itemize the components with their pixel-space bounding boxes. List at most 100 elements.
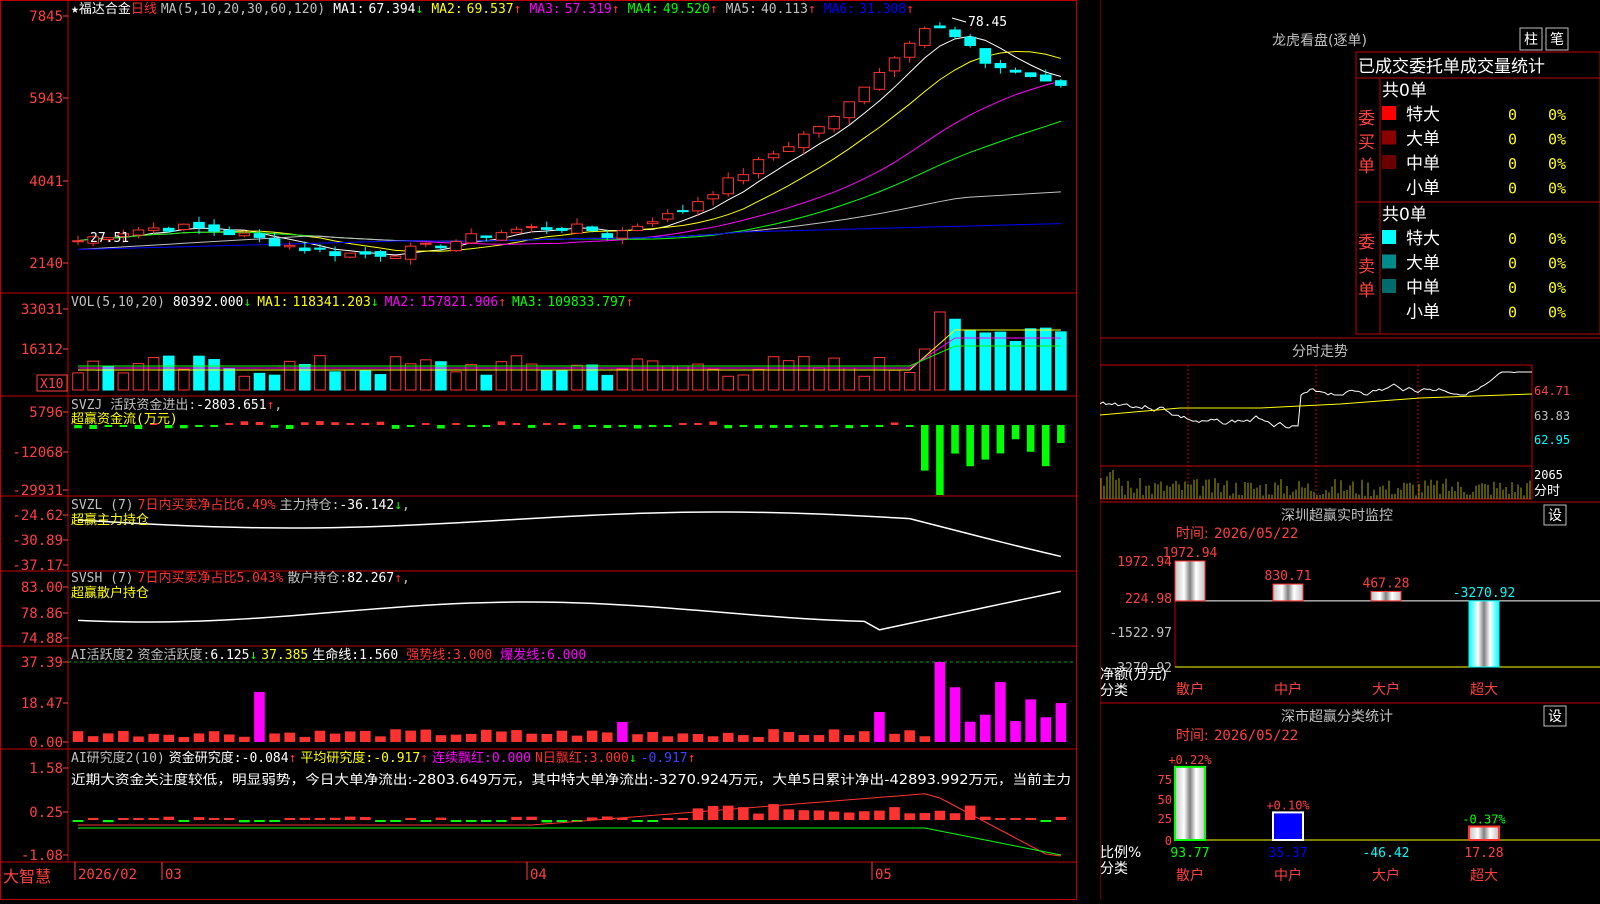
svzl-sep: , [402, 498, 410, 513]
activity-bar [798, 735, 810, 742]
research-bar [632, 820, 643, 822]
fenshi-title: 分时走势 [1292, 344, 1348, 360]
candle [480, 235, 493, 238]
ai2-a2: ↑ [420, 751, 428, 766]
activity-bar [843, 735, 855, 742]
activity-bar [148, 733, 159, 742]
monitor-value: 830.71 [1265, 569, 1312, 584]
candle [1009, 69, 1022, 73]
kline-panel[interactable]: 78.45 27.51 7845 5943 4041 2140 ★福达合金日线 MA(5,10… [0, 0, 1100, 900]
research-bar [254, 820, 265, 822]
candle [601, 233, 614, 238]
volume-bar [389, 356, 402, 391]
activity-bar [133, 736, 144, 742]
candle [722, 177, 735, 195]
monitor-title: 深圳超赢实时监控 [1281, 507, 1393, 524]
fundflow-bar [845, 425, 853, 429]
fundflow-bar [709, 421, 717, 425]
candle [450, 241, 462, 252]
svzl.yticks-label: -24.62 [12, 508, 63, 524]
research-bar [72, 820, 84, 822]
fundflow-bar [890, 422, 899, 425]
fundflow-bar [270, 425, 279, 428]
fundflow-bar [422, 423, 430, 425]
classify-bar [1272, 811, 1304, 841]
activity-bar [904, 730, 915, 742]
research-bar [450, 820, 462, 822]
size-pct: 0% [1548, 131, 1566, 149]
right-charts: 龙虎看盘(逐单) 柱笔已成交委托单成交量统计委买单共0单特大 0 0%大单 0 0%中单 0… [1099, 0, 1600, 900]
max-price-pointer [951, 17, 967, 23]
classify-category: 超大 [1470, 868, 1498, 884]
fundflow-bar [331, 422, 339, 425]
research-bar [405, 818, 416, 820]
ai2.yticks-label: -1.08 [21, 848, 63, 864]
candle [1039, 74, 1052, 82]
volume-bar [359, 370, 372, 391]
volume-bar [329, 371, 341, 391]
volume-bar [117, 372, 130, 391]
svzl-t2: 主力持仓: [280, 498, 340, 513]
activity-bar [72, 731, 84, 742]
kline-chart[interactable]: 78.45 27.51 7845 5943 4041 2140 ★福达合金日线 MA(5,10… [0, 0, 1100, 900]
candle [465, 233, 477, 244]
classify-ytick: 75 [1158, 773, 1172, 787]
candle [540, 227, 553, 230]
classify-top-label: +0.10% [1266, 798, 1310, 812]
fundflow-bar [542, 423, 551, 425]
activity-bar [541, 733, 553, 742]
ma-line-3 [77, 80, 1061, 245]
activity-bar [511, 730, 522, 742]
activity-bar [465, 733, 477, 742]
side-total: 共0单 [1382, 81, 1427, 101]
candle [344, 252, 356, 258]
longhu-tab: 已成交委托单成交量统计 [1358, 57, 1545, 77]
fundflow-bar [1057, 425, 1065, 444]
ma-line-2 [77, 51, 1062, 252]
volume-bar [480, 374, 493, 391]
research-bar [843, 812, 855, 820]
candle [964, 36, 976, 46]
size-count: 0 [1508, 106, 1517, 124]
fenshi-price-2: 63.83 [1534, 409, 1570, 423]
fundflow-bar [497, 421, 506, 425]
ma-label: MA3: [529, 2, 560, 17]
volume-bar [268, 374, 281, 391]
activity-bar [813, 735, 825, 742]
size-count: 0 [1508, 255, 1517, 273]
svzj.yticks-label: -29931 [12, 483, 63, 499]
research-bar [87, 818, 99, 820]
activity-bar [1055, 703, 1067, 742]
svzl-arrow: ↓ [394, 498, 402, 513]
fundflow-bar [694, 423, 702, 425]
ai2-t2: 平均研究度: [300, 750, 373, 766]
candle [193, 221, 205, 229]
activity-bar [964, 721, 976, 742]
activity-bar [480, 729, 492, 742]
volume-bar [903, 371, 916, 391]
fenshi-vol-label: 分时 [1534, 484, 1560, 499]
candle [934, 25, 946, 29]
candle [223, 229, 236, 236]
vol-param: VOL(5,10,20) [71, 295, 165, 310]
vol-header: VOL(5,10,20) 80392.000↓ MA1: 118341.203↓ MA2… [71, 295, 633, 310]
monitor-bar [1370, 590, 1402, 602]
classify-ytick: 50 [1158, 793, 1172, 807]
size-label: 大单 [1406, 254, 1440, 274]
activity-bar [859, 731, 870, 742]
zhu-button-label: 柱 [1524, 32, 1538, 48]
fundflow-bar [951, 425, 959, 454]
activity-bar [496, 731, 507, 742]
classify-bar [1174, 765, 1206, 841]
classify-value: 17.28 [1464, 846, 1503, 861]
vol-ma-line [78, 345, 1061, 367]
candle [283, 244, 296, 248]
avg-research-line [78, 827, 1061, 856]
size-label: 小单 [1406, 179, 1440, 199]
candle [918, 28, 931, 46]
side-char: 卖 [1358, 257, 1375, 277]
candle [707, 194, 719, 200]
research-bar [995, 818, 1006, 820]
ma-arrow: ↑ [906, 2, 914, 17]
brand-label: 大智慧 [3, 867, 51, 886]
